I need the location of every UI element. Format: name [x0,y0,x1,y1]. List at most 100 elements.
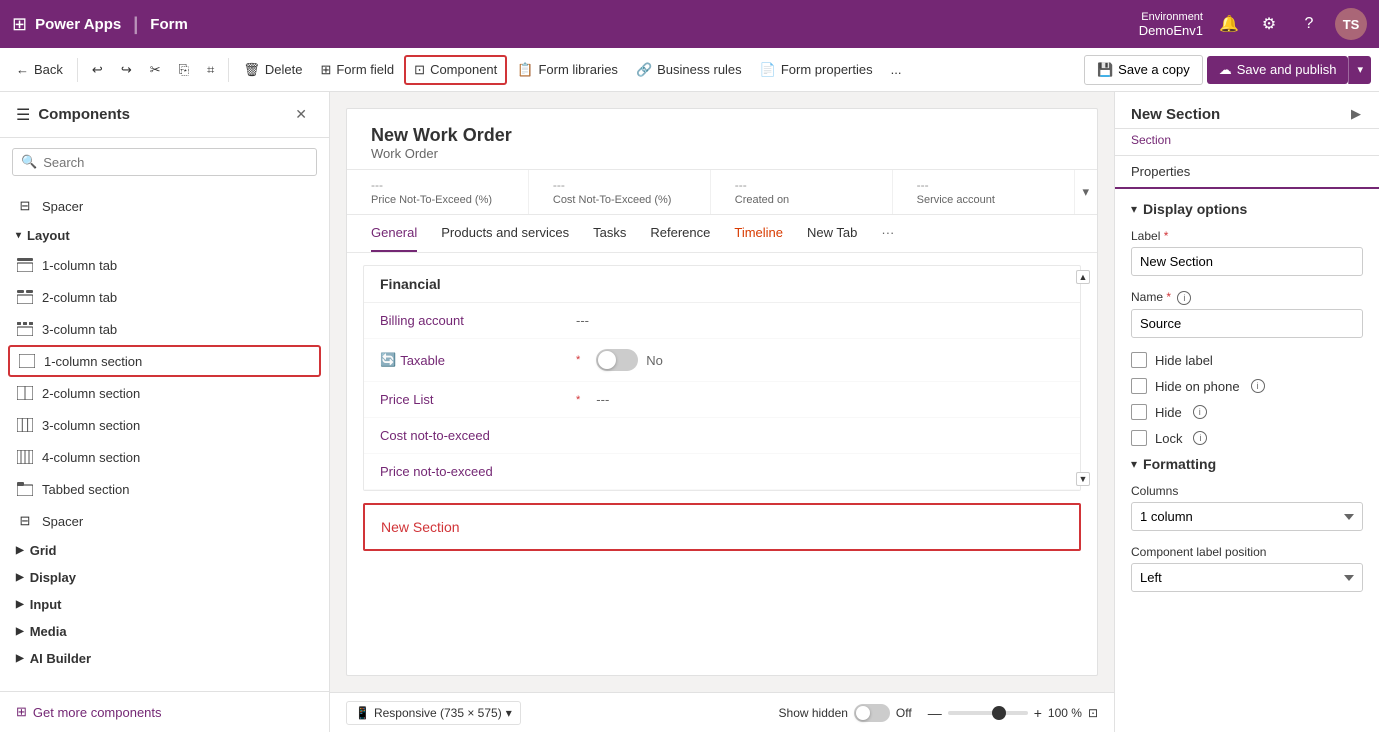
hide-on-phone-checkbox[interactable] [1131,378,1147,394]
name-info-icon[interactable]: i [1177,291,1191,305]
show-hidden-toggle[interactable] [854,704,890,722]
right-panel-expand-icon[interactable]: ▶ [1349,104,1363,124]
layout-section-header[interactable]: ▾ Layout [0,222,329,249]
toolbar: ← Back ↩ ↪ ✂ ⎘ ⌗ 🗑 Delete ⊞ Form field ⊡… [0,48,1379,92]
display-section-header[interactable]: ▶ Display [0,564,329,591]
tab-more-button[interactable]: ··· [881,215,894,252]
back-button[interactable]: ← Back [8,57,71,82]
save-copy-button[interactable]: 💾 Save a copy [1084,55,1203,85]
lock-info-icon[interactable]: i [1193,431,1207,445]
3col-tab-item[interactable]: 3-column tab [0,313,329,345]
grid-section-header[interactable]: ▶ Grid [0,537,329,564]
cut-button[interactable]: ✂ [142,57,169,83]
save-publish-dropdown-button[interactable]: ▾ [1348,56,1371,84]
formatting-section-header[interactable]: ▾ Formatting [1131,456,1363,472]
delete-button[interactable]: 🗑 Delete [235,57,310,83]
business-rules-button[interactable]: 🔗 Business rules [628,57,750,83]
form-properties-button[interactable]: 📄 Form properties [752,57,881,83]
copy-button[interactable]: ⎘ [171,57,197,83]
price-not-exceed-label: Price not-to-exceed [380,464,560,479]
spacer-item[interactable]: ⊟ Spacer [0,505,329,537]
avatar[interactable]: TS [1335,8,1367,40]
taxable-toggle[interactable] [596,349,638,371]
more-toolbar-button[interactable]: ... [883,57,910,82]
component-label-position-select[interactable]: Left Right Top [1131,563,1363,592]
environment-info: Environment DemoEnv1 [1139,11,1203,38]
2col-tab-item[interactable]: 2-column tab [0,281,329,313]
hide-text: Hide [1155,405,1182,420]
panel-menu-icon[interactable]: ☰ [16,105,30,125]
properties-tab[interactable]: Properties [1131,156,1190,189]
left-panel-close-icon[interactable]: ✕ [289,104,313,125]
lock-checkbox-row[interactable]: Lock i [1131,430,1363,446]
tabbed-section-item[interactable]: Tabbed section [0,473,329,505]
paste-button[interactable]: ⌗ [199,57,222,83]
help-icon[interactable]: ? [1295,10,1323,38]
lock-checkbox[interactable] [1131,430,1147,446]
1col-section-icon [18,352,36,370]
tab-general[interactable]: General [371,215,417,252]
redo-button[interactable]: ↪ [113,57,140,83]
tab-tasks[interactable]: Tasks [593,215,626,252]
section-scroll-up[interactable]: ▲ [1076,270,1090,284]
section-scroll-down[interactable]: ▼ [1076,472,1090,486]
hide-info-icon[interactable]: i [1193,405,1207,419]
hide-checkbox[interactable] [1131,404,1147,420]
media-section-header[interactable]: ▶ Media [0,618,329,645]
billing-account-label: Billing account [380,313,560,328]
hide-on-phone-checkbox-row[interactable]: Hide on phone i [1131,378,1363,394]
price-not-exceed-field: Price not-to-exceed [364,454,1080,490]
1col-tab-item[interactable]: 1-column tab [0,249,329,281]
notification-icon[interactable]: 🔔 [1215,10,1243,38]
right-panel: New Section ▶ Section Properties ▾ Displ… [1114,92,1379,732]
settings-icon[interactable]: ⚙ [1255,10,1283,38]
new-section-box[interactable]: New Section [363,503,1081,551]
save-publish-button[interactable]: ☁ Save and publish [1207,56,1349,84]
search-input[interactable] [43,155,308,170]
label-field-input[interactable] [1131,247,1363,276]
ai-builder-section-header[interactable]: ▶ AI Builder [0,645,329,672]
columns-select[interactable]: 1 column 2 columns 3 columns 4 columns [1131,502,1363,531]
responsive-button[interactable]: 📱 Responsive (735 × 575) ▾ [346,701,521,725]
name-field-input[interactable] [1131,309,1363,338]
responsive-dropdown-icon: ▾ [506,706,512,720]
fit-screen-icon[interactable]: ⊡ [1088,706,1098,720]
search-box[interactable]: 🔍 [12,148,317,176]
hide-checkbox-row[interactable]: Hide i [1131,404,1363,420]
zoom-out-icon[interactable]: — [928,705,942,721]
billing-account-value[interactable]: --- [576,313,1064,328]
3col-tab-icon [16,320,34,338]
form-col-3: --- Created on [711,170,893,214]
hide-on-phone-info-icon[interactable]: i [1251,379,1265,393]
tab-new-tab[interactable]: New Tab [807,215,857,252]
zoom-controls: — + 100 % ⊡ [928,705,1098,721]
tab-reference[interactable]: Reference [650,215,710,252]
hide-label-checkbox[interactable] [1131,352,1147,368]
zoom-slider[interactable] [948,711,1028,715]
price-list-value[interactable]: --- [596,392,1064,407]
input-section-header[interactable]: ▶ Input [0,591,329,618]
tab-products-services[interactable]: Products and services [441,215,569,252]
apps-grid-icon[interactable]: ⊞ [12,14,27,35]
form-field-button[interactable]: ⊞ Form field [312,57,402,83]
component-button[interactable]: ⊡ Component [404,55,507,85]
4col-section-icon [16,448,34,466]
form-libraries-button[interactable]: 📋 Form libraries [509,57,626,83]
1col-section-item[interactable]: 1-column section [8,345,321,377]
hide-label-checkbox-row[interactable]: Hide label [1131,352,1363,368]
3col-section-item[interactable]: 3-column section [0,409,329,441]
expand-icon[interactable]: ▾ [1075,170,1098,214]
hide-label-text: Hide label [1155,353,1213,368]
display-options-section[interactable]: ▾ Display options [1131,201,1363,217]
show-hidden-control: Show hidden Off [779,704,912,722]
form-subtitle: Work Order [371,146,1073,161]
4col-section-item[interactable]: 4-column section [0,441,329,473]
tab-timeline[interactable]: Timeline [734,215,783,252]
zoom-in-icon[interactable]: + [1034,705,1042,721]
paste-icon: ⌗ [207,62,214,78]
undo-button[interactable]: ↩ [84,57,111,83]
2col-section-item[interactable]: 2-column section [0,377,329,409]
spacer-top-item[interactable]: ⊟ Spacer [0,190,329,222]
toggle-knob [598,351,616,369]
get-more-components-button[interactable]: ⊞ Get more components [16,700,313,724]
